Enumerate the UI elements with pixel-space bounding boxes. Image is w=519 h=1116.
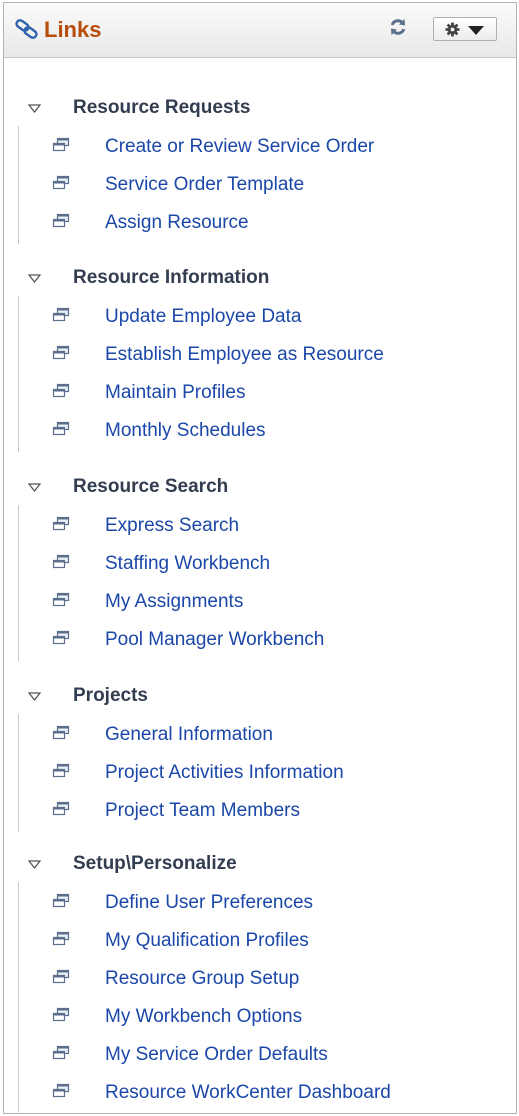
link-item[interactable]: Define User Preferences: [4, 890, 516, 920]
link-label[interactable]: Monthly Schedules: [105, 420, 266, 442]
link-item[interactable]: Maintain Profiles: [4, 380, 516, 410]
window-link-icon: [52, 725, 70, 740]
link-item[interactable]: My Assignments: [4, 589, 516, 619]
link-label[interactable]: Staffing Workbench: [105, 553, 270, 575]
link-label[interactable]: My Service Order Defaults: [105, 1044, 328, 1066]
window-link-icon: [52, 763, 70, 778]
window-link-icon: [52, 175, 70, 190]
section-header: Setup\Personalize: [4, 850, 516, 880]
section-header: Resource Information: [4, 264, 516, 294]
window-link-icon: [52, 1007, 70, 1022]
refresh-icon[interactable]: [388, 17, 408, 37]
link-label[interactable]: Pool Manager Workbench: [105, 629, 324, 651]
link-label[interactable]: Resource WorkCenter Dashboard: [105, 1082, 391, 1104]
pagelet-options-button[interactable]: [433, 17, 497, 41]
section-header: Resource Search: [4, 473, 516, 503]
link-label[interactable]: Establish Employee as Resource: [105, 344, 384, 366]
window-link-icon: [52, 1045, 70, 1060]
link-label[interactable]: My Assignments: [105, 591, 243, 613]
collapse-triangle-icon[interactable]: [28, 692, 41, 701]
window-link-icon: [52, 630, 70, 645]
window-link-icon: [52, 801, 70, 816]
window-link-icon: [52, 137, 70, 152]
window-link-icon: [52, 383, 70, 398]
link-label[interactable]: Update Employee Data: [105, 306, 301, 328]
links-pagelet: Links Resource Requests Create or Review…: [3, 2, 517, 1114]
window-link-icon: [52, 592, 70, 607]
collapse-triangle-icon[interactable]: [28, 104, 41, 113]
gear-icon: [445, 22, 460, 37]
section-header: Projects: [4, 682, 516, 712]
link-item[interactable]: Project Team Members: [4, 798, 516, 828]
window-link-icon: [52, 307, 70, 322]
window-link-icon: [52, 516, 70, 531]
window-link-icon: [52, 213, 70, 228]
link-label[interactable]: Express Search: [105, 515, 239, 537]
link-item[interactable]: My Service Order Defaults: [4, 1042, 516, 1072]
window-link-icon: [52, 893, 70, 908]
link-item[interactable]: My Workbench Options: [4, 1004, 516, 1034]
link-label[interactable]: Service Order Template: [105, 174, 304, 196]
window-link-icon: [52, 345, 70, 360]
link-label[interactable]: Define User Preferences: [105, 892, 313, 914]
link-item[interactable]: Create or Review Service Order: [4, 134, 516, 164]
link-item[interactable]: Project Activities Information: [4, 760, 516, 790]
link-item[interactable]: Update Employee Data: [4, 304, 516, 334]
link-item[interactable]: Service Order Template: [4, 172, 516, 202]
link-label[interactable]: My Workbench Options: [105, 1006, 302, 1028]
window-link-icon: [52, 554, 70, 569]
section-title: Setup\Personalize: [73, 853, 237, 874]
window-link-icon: [52, 931, 70, 946]
chevron-down-icon: [468, 26, 484, 35]
link-item[interactable]: Resource WorkCenter Dashboard: [4, 1080, 516, 1110]
link-item[interactable]: Staffing Workbench: [4, 551, 516, 581]
links-icon: [15, 19, 38, 39]
collapse-triangle-icon[interactable]: [28, 860, 41, 869]
link-label[interactable]: Project Activities Information: [105, 762, 344, 784]
link-item[interactable]: General Information: [4, 722, 516, 752]
section-header: Resource Requests: [4, 94, 516, 124]
link-label[interactable]: Maintain Profiles: [105, 382, 245, 404]
section-title: Resource Information: [73, 267, 270, 288]
link-item[interactable]: Assign Resource: [4, 210, 516, 240]
collapse-triangle-icon[interactable]: [28, 274, 41, 283]
window-link-icon: [52, 1083, 70, 1098]
link-label[interactable]: Assign Resource: [105, 212, 249, 234]
section-title: Projects: [73, 685, 148, 706]
link-item[interactable]: Express Search: [4, 513, 516, 543]
section-title: Resource Search: [73, 476, 229, 497]
link-item[interactable]: My Qualification Profiles: [4, 928, 516, 958]
window-link-icon: [52, 969, 70, 984]
section-title: Resource Requests: [73, 97, 251, 118]
link-item[interactable]: Monthly Schedules: [4, 418, 516, 448]
link-label[interactable]: Project Team Members: [105, 800, 300, 822]
link-item[interactable]: Resource Group Setup: [4, 966, 516, 996]
pagelet-header: Links: [4, 3, 516, 58]
window-link-icon: [52, 421, 70, 436]
link-item[interactable]: Pool Manager Workbench: [4, 627, 516, 657]
link-label[interactable]: General Information: [105, 724, 273, 746]
link-label[interactable]: My Qualification Profiles: [105, 930, 309, 952]
link-item[interactable]: Establish Employee as Resource: [4, 342, 516, 372]
link-label[interactable]: Resource Group Setup: [105, 968, 299, 990]
pagelet-title: Links: [44, 17, 102, 42]
collapse-triangle-icon[interactable]: [28, 483, 41, 492]
link-label[interactable]: Create or Review Service Order: [105, 136, 374, 158]
